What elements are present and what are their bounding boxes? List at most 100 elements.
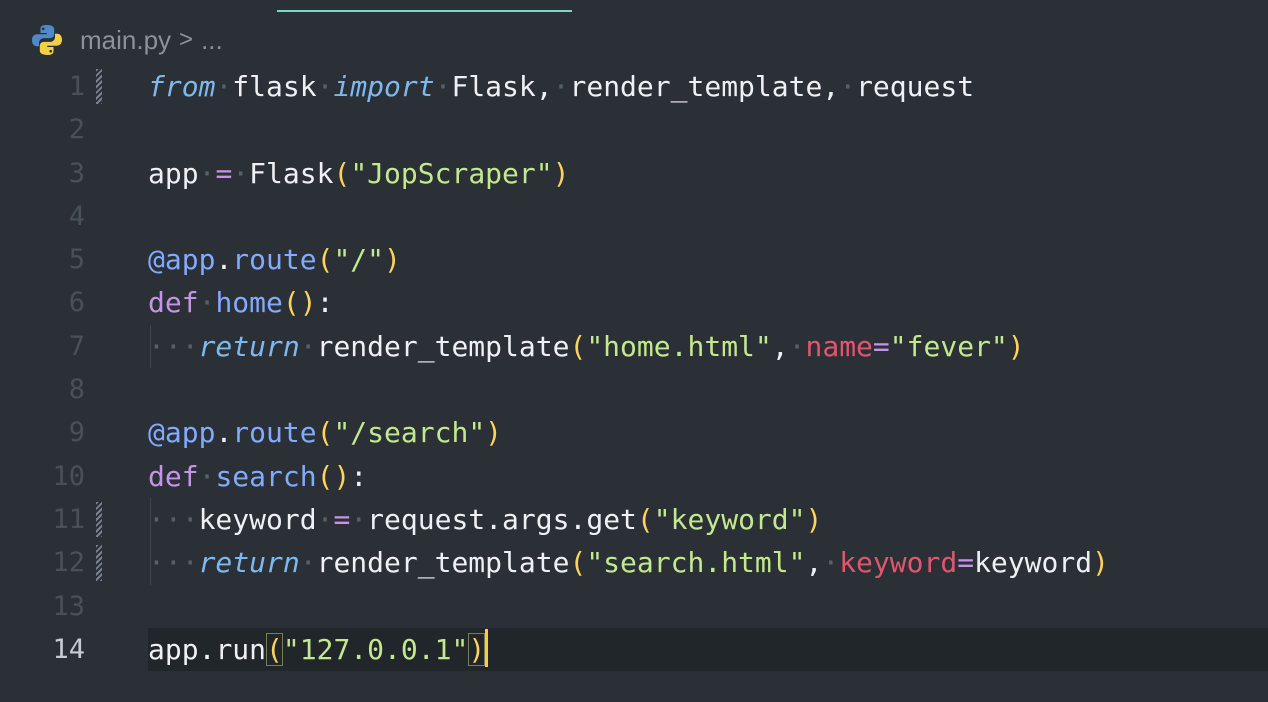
code-token: = xyxy=(872,329,890,363)
code-token: · xyxy=(232,156,250,190)
code-line[interactable]: 9 @app.route("/search") xyxy=(0,411,1268,454)
code-token: () xyxy=(282,286,317,320)
code-line[interactable]: 11 ···keyword·=·request.args.get("keyword… xyxy=(0,497,1268,542)
code-token: request xyxy=(367,502,486,536)
code-token: "keyword" xyxy=(653,502,806,536)
code-token: · xyxy=(316,502,334,536)
code-token: keyword xyxy=(974,546,1093,580)
code-line[interactable]: 1 from·flask·import·Flask,·render_templat… xyxy=(0,65,1268,108)
code-token: · xyxy=(299,329,317,363)
line-number: 14 xyxy=(52,633,85,665)
code-token: · xyxy=(822,546,840,580)
code-token: ··· xyxy=(148,546,199,580)
code-text: ···keyword·=·request.args.get("keyword") xyxy=(148,498,822,541)
line-number: 11 xyxy=(52,503,85,535)
code-token: ··· xyxy=(148,502,199,536)
line-number: 1 xyxy=(68,71,85,102)
code-token: () xyxy=(316,459,351,493)
code-token: "JopScraper" xyxy=(350,156,553,190)
code-token: args xyxy=(502,502,570,536)
code-token: , xyxy=(771,329,789,363)
code-token: ) xyxy=(552,156,570,190)
code-token: : xyxy=(350,459,368,493)
line-number: 13 xyxy=(52,590,85,622)
code-token: "/search" xyxy=(333,416,486,450)
code-token: "127.0.0.1" xyxy=(282,632,469,666)
code-token: · xyxy=(198,156,216,190)
code-token: · xyxy=(552,70,570,103)
code-line[interactable]: 2 xyxy=(0,108,1268,151)
code-token: def xyxy=(148,286,199,320)
active-tab-indicator xyxy=(277,10,572,12)
line-number: 2 xyxy=(68,114,85,146)
code-token: ) xyxy=(1007,329,1025,363)
code-token: ( xyxy=(636,502,654,536)
code-token: . xyxy=(198,632,216,666)
code-token: "home.html" xyxy=(586,329,772,363)
code-token: return xyxy=(198,329,300,363)
code-text: ···return·render_template("search.html",… xyxy=(148,541,1109,584)
code-token: home xyxy=(215,286,283,320)
text-cursor xyxy=(485,628,489,667)
code-line[interactable]: 10 def·search(): xyxy=(0,455,1268,498)
code-text: @app.route("/") xyxy=(148,238,401,281)
code-token: def xyxy=(148,459,199,493)
code-token: ) xyxy=(1092,546,1109,580)
python-logo-icon xyxy=(30,23,64,57)
code-token: · xyxy=(198,286,216,320)
line-number: 7 xyxy=(68,330,85,362)
code-token: request xyxy=(856,70,975,103)
code-token: . xyxy=(215,416,233,450)
code-token: ) xyxy=(485,416,503,450)
code-token: ) xyxy=(805,502,823,536)
code-line[interactable]: 3 app·=·Flask("JopScraper") xyxy=(0,152,1268,195)
code-token: route xyxy=(232,243,317,277)
line-number: 12 xyxy=(52,547,85,579)
code-line[interactable]: 4 xyxy=(0,195,1268,238)
code-token: "fever" xyxy=(889,329,1008,363)
code-line[interactable]: 14 app.run("127.0.0.1") xyxy=(0,627,1268,672)
code-token: @app xyxy=(148,243,216,277)
code-token: · xyxy=(299,546,317,580)
code-token: from xyxy=(148,70,216,103)
code-token: · xyxy=(788,329,806,363)
code-token: ) xyxy=(384,243,401,277)
code-line[interactable]: 13 xyxy=(0,585,1268,628)
code-token: app xyxy=(148,156,199,190)
line-number: 5 xyxy=(68,244,85,276)
code-token: . xyxy=(215,243,233,277)
code-text: @app.route("/search") xyxy=(148,411,502,454)
code-token: "search.html" xyxy=(586,546,806,580)
breadcrumb-more[interactable]: ... xyxy=(201,25,223,56)
code-token: run xyxy=(215,632,267,666)
git-change-marker[interactable] xyxy=(96,545,102,581)
code-line[interactable]: 6 def·home(): xyxy=(0,281,1268,324)
code-token: ( xyxy=(333,156,351,190)
code-token: route xyxy=(232,416,317,450)
code-line[interactable]: 7 ···return·render_template("home.html",·… xyxy=(0,324,1268,369)
line-number: 6 xyxy=(68,287,85,319)
code-token: Flask, xyxy=(451,70,553,103)
code-token: return xyxy=(198,546,300,580)
breadcrumb: main.py > ... xyxy=(30,22,223,58)
code-text: app.run("127.0.0.1") xyxy=(148,628,489,671)
code-token: . xyxy=(569,502,587,536)
git-change-marker[interactable] xyxy=(96,501,102,538)
code-token: render_template xyxy=(316,329,570,363)
git-change-marker[interactable] xyxy=(96,69,102,105)
code-token: flask xyxy=(232,70,317,103)
code-line[interactable]: 5 @app.route("/") xyxy=(0,238,1268,281)
code-token: ( xyxy=(569,329,587,363)
code-token: ) xyxy=(468,632,486,666)
code-line[interactable]: 8 xyxy=(0,368,1268,411)
code-text: from·flask·import·Flask,·render_template… xyxy=(148,65,974,108)
code-token: . xyxy=(485,502,503,536)
code-token: ( xyxy=(569,546,587,580)
code-token: keyword xyxy=(839,546,958,580)
code-token: name xyxy=(805,329,873,363)
code-token: : xyxy=(316,286,334,320)
code-line[interactable]: 12 ···return·render_template("search.html… xyxy=(0,541,1268,585)
chevron-right-icon: > xyxy=(179,26,194,53)
code-editor[interactable]: 1 from·flask·import·Flask,·render_templat… xyxy=(0,65,1268,672)
breadcrumb-file[interactable]: main.py xyxy=(80,25,171,56)
